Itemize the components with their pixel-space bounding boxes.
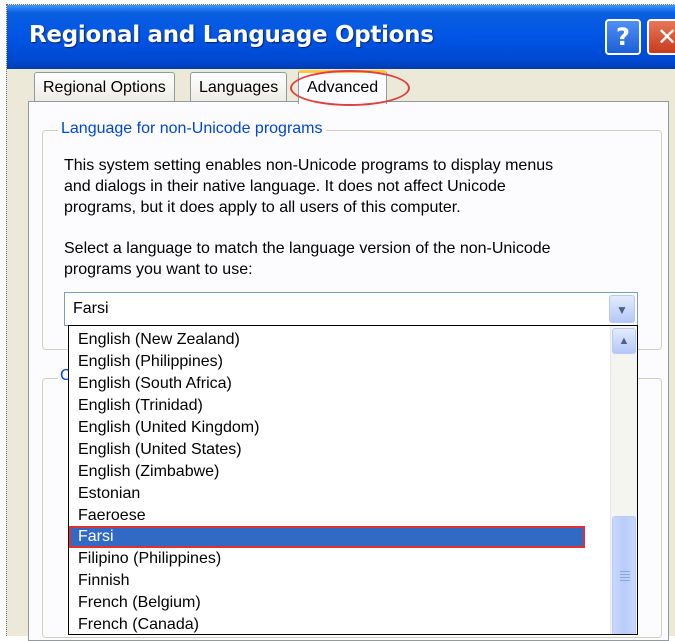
window-title: Regional and Language Options bbox=[29, 22, 434, 48]
instruction-line-2: programs you want to use: bbox=[64, 261, 253, 278]
list-item[interactable]: Filipino (Philippines) bbox=[69, 548, 609, 570]
tab-regional-options[interactable]: Regional Options bbox=[34, 72, 175, 102]
list-item[interactable]: Faeroese bbox=[69, 505, 609, 527]
list-item-selected[interactable]: Farsi bbox=[69, 526, 585, 548]
description-line-2: and dialogs in their native language. It… bbox=[64, 178, 506, 195]
tab-languages[interactable]: Languages bbox=[190, 72, 288, 102]
thumb-grip bbox=[620, 574, 630, 575]
thumb-grip bbox=[620, 571, 630, 572]
title-bar[interactable]: Regional and Language Options ? ✕ bbox=[7, 5, 675, 69]
list-item[interactable]: Finnish bbox=[69, 570, 609, 592]
help-button[interactable]: ? bbox=[605, 19, 641, 55]
list-item[interactable]: English (Trinidad) bbox=[69, 395, 609, 417]
tab-advanced[interactable]: Advanced bbox=[298, 70, 388, 104]
instruction-line-1: Select a language to match the language … bbox=[64, 240, 551, 257]
list-item[interactable]: English (United States) bbox=[69, 439, 609, 461]
list-item[interactable]: English (Zimbabwe) bbox=[69, 461, 609, 483]
chevron-down-icon[interactable]: ▼ bbox=[609, 295, 635, 323]
close-button[interactable]: ✕ bbox=[647, 19, 675, 55]
description-line-3: programs, but it does apply to all users… bbox=[64, 199, 461, 216]
language-dropdown-list[interactable]: English (New Zealand) English (Philippin… bbox=[68, 325, 638, 635]
description-line-1: This system setting enables non-Unicode … bbox=[64, 157, 554, 174]
list-item[interactable]: English (New Zealand) bbox=[69, 329, 609, 351]
list-item[interactable]: Estonian bbox=[69, 483, 609, 505]
list-item[interactable]: French (Canada) bbox=[69, 614, 609, 634]
group-legend: Language for non-Unicode programs bbox=[58, 120, 326, 138]
chevron-up-icon[interactable]: ▲ bbox=[612, 328, 636, 354]
list-item[interactable]: English (South Africa) bbox=[69, 373, 609, 395]
language-combobox[interactable]: Farsi ▼ bbox=[64, 292, 638, 326]
combo-value: Farsi bbox=[73, 300, 109, 317]
list-scrollbar[interactable]: ▲ bbox=[610, 326, 637, 634]
list-item[interactable]: English (United Kingdom) bbox=[69, 417, 609, 439]
list-item[interactable]: French (Belgium) bbox=[69, 592, 609, 614]
scroll-thumb[interactable] bbox=[612, 516, 636, 634]
thumb-grip bbox=[620, 580, 630, 581]
thumb-grip bbox=[620, 577, 630, 578]
list-item[interactable]: English (Philippines) bbox=[69, 351, 609, 373]
